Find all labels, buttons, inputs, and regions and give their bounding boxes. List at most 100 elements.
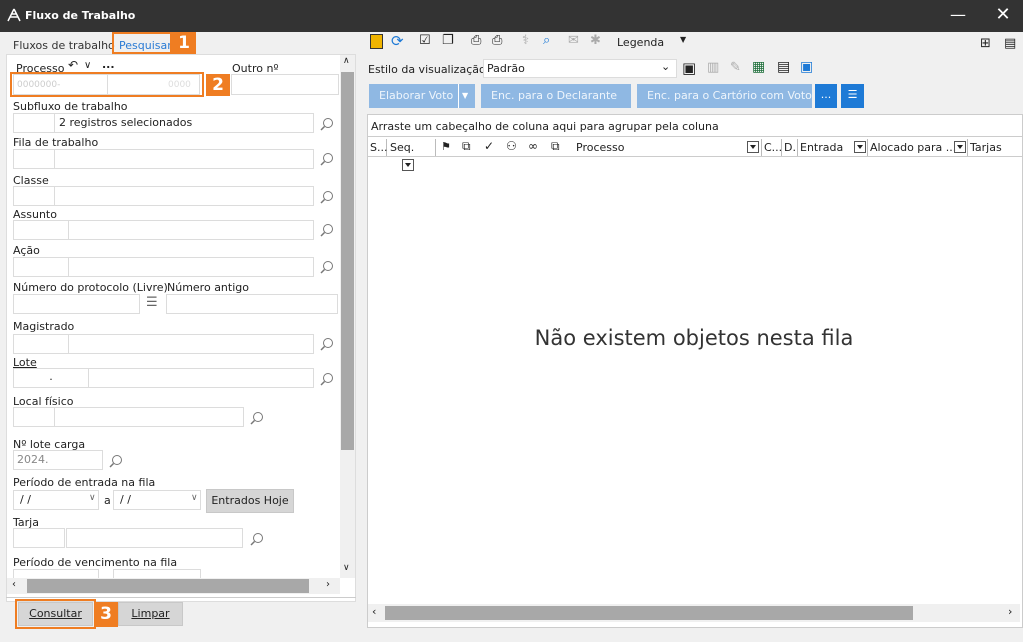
search-icon[interactable]	[320, 337, 334, 351]
tree-view-icon[interactable]: ⊞	[980, 36, 998, 54]
search-icon[interactable]	[320, 260, 334, 274]
col-d[interactable]: D.	[784, 139, 798, 156]
entrados-hoje-button[interactable]: Entrados Hoje	[206, 489, 294, 513]
more-actions-button[interactable]: ...	[815, 84, 837, 108]
lote-input[interactable]	[88, 368, 314, 388]
docs-col-icon[interactable]: ⧉	[462, 139, 471, 154]
bookmark-icon[interactable]	[370, 34, 383, 49]
col-seq[interactable]: Seq.	[390, 139, 436, 171]
lotecarga-input[interactable]: 2024.	[13, 450, 103, 470]
bookmark-col-icon[interactable]: ⚑	[441, 140, 451, 153]
scroll-up-icon[interactable]: ∧	[343, 56, 350, 66]
col-c[interactable]: C...	[764, 139, 782, 156]
chevron-down-icon[interactable]: ⌄	[661, 60, 670, 73]
window-icon[interactable]: ▣	[800, 59, 813, 75]
elaborar-voto-button[interactable]: Elaborar Voto	[369, 84, 458, 108]
antigo-input[interactable]	[166, 294, 338, 314]
search-icon[interactable]	[320, 117, 334, 131]
edit-icon[interactable]: ✎	[730, 60, 741, 75]
scroll-down-icon[interactable]: ∨	[343, 563, 350, 573]
assunto-code[interactable]	[13, 220, 69, 240]
print-all-icon[interactable]: ⎙	[492, 33, 510, 51]
search-icon[interactable]	[109, 454, 123, 468]
limpar-button[interactable]: Limpar	[118, 602, 183, 626]
vertical-scroll-thumb[interactable]	[341, 72, 354, 450]
delete-icon[interactable]: ▥	[707, 60, 719, 75]
history-icon[interactable]: ⚕	[522, 33, 540, 51]
close-button[interactable]: ✕	[980, 0, 1023, 32]
classe-code[interactable]	[13, 186, 55, 206]
comment-icon[interactable]: ✉	[568, 33, 586, 51]
chevron-down-icon[interactable]: ∨	[84, 60, 91, 71]
col-alocado[interactable]: Alocado para ...	[870, 139, 968, 156]
scroll-right-icon[interactable]: ›	[1008, 605, 1012, 618]
filter-button[interactable]: ☰	[841, 84, 864, 108]
refresh-icon[interactable]: ⟳	[391, 32, 409, 50]
classe-input[interactable]	[54, 186, 314, 206]
enc-declarante-button[interactable]: Enc. para o Declarante	[481, 84, 631, 108]
search-icon[interactable]	[320, 190, 334, 204]
minimize-button[interactable]: —	[935, 0, 981, 32]
document-icon[interactable]: ▤	[777, 59, 790, 75]
local-input[interactable]	[54, 407, 244, 427]
scroll-left-icon[interactable]: ‹	[12, 579, 16, 590]
users-col-icon[interactable]: ⚇	[506, 139, 517, 153]
filter-dropdown-icon[interactable]	[954, 141, 966, 153]
entrada-from-input[interactable]: / /	[13, 490, 99, 510]
estilo-select[interactable]: Padrão	[483, 59, 677, 78]
more-options[interactable]: ...	[102, 58, 115, 71]
col-tarjas[interactable]: Tarjas	[970, 139, 1020, 156]
undo-icon[interactable]: ↶	[68, 58, 78, 72]
search-icon[interactable]	[250, 532, 264, 546]
list-icon[interactable]: ☰	[146, 295, 158, 310]
filter-dropdown-icon[interactable]	[747, 141, 759, 153]
assunto-input[interactable]	[68, 220, 314, 240]
col-entrada[interactable]: Entrada	[800, 139, 868, 156]
group-bar: Arraste um cabeçalho de coluna aqui para…	[371, 120, 719, 133]
save-icon[interactable]: ▣	[682, 59, 696, 77]
tab-fluxos[interactable]: Fluxos de trabalho	[13, 36, 115, 56]
search-icon[interactable]	[320, 223, 334, 237]
search-icon[interactable]	[250, 411, 264, 425]
link-col-icon[interactable]: ∞	[528, 139, 538, 153]
subfluxo-input[interactable]: 2 registros selecionados	[54, 113, 314, 133]
subfluxo-code[interactable]	[13, 113, 55, 133]
check-col-icon[interactable]: ✓	[484, 139, 494, 153]
entrada-to-input[interactable]: / /	[113, 490, 201, 510]
col-processo[interactable]: Processo	[573, 139, 762, 156]
outro-input[interactable]	[231, 74, 339, 95]
select-all-icon[interactable]: ☑	[419, 33, 437, 51]
grid-scroll-thumb[interactable]	[385, 606, 913, 620]
tarja-input[interactable]	[66, 528, 243, 548]
print-icon[interactable]: ⎙	[471, 33, 489, 51]
filter-dropdown-icon[interactable]	[402, 159, 414, 171]
layout-icon[interactable]: ▤	[1004, 36, 1022, 54]
fila-code[interactable]	[13, 149, 55, 169]
protocolo-input[interactable]	[13, 294, 140, 314]
horizontal-scroll-thumb[interactable]	[27, 579, 309, 593]
search-icon[interactable]	[320, 152, 334, 166]
scroll-right-icon[interactable]: ›	[326, 579, 330, 590]
magistrado-code[interactable]	[13, 334, 69, 354]
fila-input[interactable]	[54, 149, 314, 169]
chevron-down-icon[interactable]: ∨	[89, 493, 96, 503]
search-icon[interactable]	[320, 372, 334, 386]
filter-dropdown-icon[interactable]	[854, 141, 866, 153]
copy-icon[interactable]: ❐	[442, 33, 460, 51]
col-s[interactable]: S...	[370, 139, 387, 156]
excel-icon[interactable]: ▦	[752, 59, 765, 75]
enc-cartorio-button[interactable]: Enc. para o Cartório com Voto	[637, 84, 812, 108]
caret-down-icon[interactable]: ▼	[680, 35, 686, 44]
lote-code[interactable]: .	[13, 368, 89, 388]
copy-col-icon[interactable]: ⧉	[551, 139, 560, 154]
search-doc-icon[interactable]: ⌕	[543, 33, 561, 51]
tarja-code[interactable]	[13, 528, 65, 548]
scroll-left-icon[interactable]: ‹	[372, 605, 376, 618]
legend-menu[interactable]: Legenda	[617, 36, 664, 49]
acao-code[interactable]	[13, 257, 69, 277]
pin-icon[interactable]: ✱	[590, 33, 608, 51]
acao-input[interactable]	[68, 257, 314, 277]
magistrado-input[interactable]	[68, 334, 314, 354]
chevron-down-icon[interactable]: ∨	[191, 493, 198, 503]
local-code[interactable]	[13, 407, 55, 427]
